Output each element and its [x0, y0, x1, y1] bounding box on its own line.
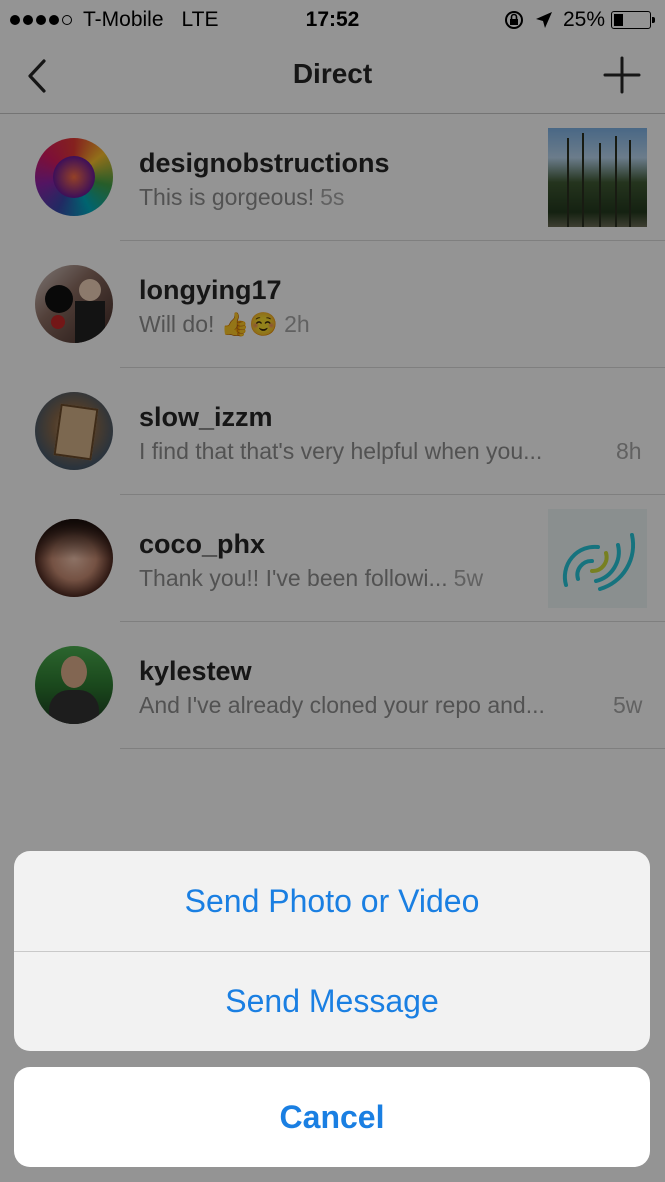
cancel-button[interactable]: Cancel [14, 1067, 650, 1167]
direct-screen: T-Mobile LTE 17:52 25% Direct designobst… [0, 0, 665, 1182]
action-sheet: Send Photo or Video Send Message [14, 851, 650, 1051]
send-message-button[interactable]: Send Message [14, 951, 650, 1051]
send-photo-or-video-button[interactable]: Send Photo or Video [14, 851, 650, 952]
